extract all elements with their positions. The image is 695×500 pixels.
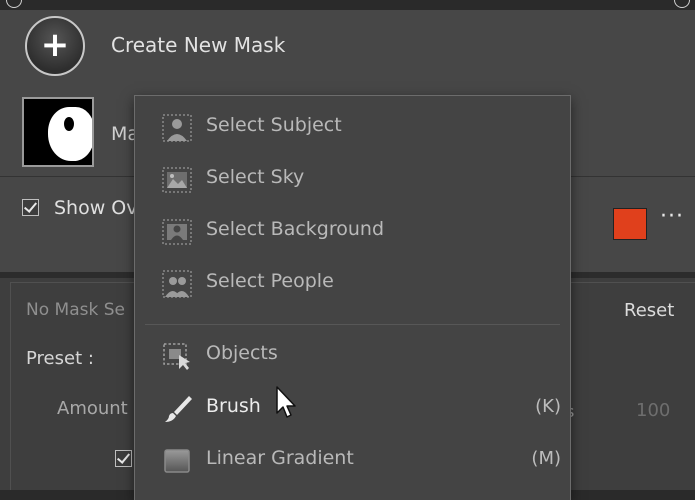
objects-icon [163,343,190,370]
shortcut-label: (K) [535,396,561,417]
no-mask-selected-label: No Mask Se [26,300,125,320]
menu-item-label: Select Background [206,218,385,240]
select-sky-icon [162,167,192,193]
mask-thumbnail[interactable] [22,97,94,167]
adjust-checkbox[interactable] [115,450,132,467]
amount-label: Amount [57,398,128,419]
amount-value[interactable]: 100 [636,400,670,421]
menu-item-select-people[interactable]: Select People [135,259,570,309]
menu-item-label: Select People [206,270,334,292]
menu-item-objects[interactable]: Objects [135,331,570,381]
select-background-icon [162,219,192,245]
brush-icon [165,396,192,422]
create-new-mask-button[interactable]: + [25,16,85,76]
menu-item-select-subject[interactable]: Select Subject [135,103,570,153]
menu-separator [145,324,560,325]
preset-label: Preset : [26,348,94,369]
select-subject-icon [162,114,192,142]
menu-item-label: Objects [206,342,278,364]
top-bar [0,0,695,10]
menu-item-linear-gradient[interactable]: Linear Gradient (M) [135,436,570,486]
menu-item-label: Select Sky [206,166,305,188]
reset-button[interactable]: Reset [624,300,674,321]
menu-item-select-background[interactable]: Select Background [135,207,570,257]
create-mask-menu: Select Subject Select Sky Select Backgro… [134,95,571,500]
more-options-icon[interactable]: ··· [660,204,684,229]
create-new-mask-label[interactable]: Create New Mask [111,33,285,57]
menu-item-label: Brush [206,395,261,417]
menu-item-label: Linear Gradient [206,447,354,469]
menu-item-brush[interactable]: Brush (K) [135,384,570,434]
panel-toggle-icon[interactable] [6,0,22,8]
overlay-color-swatch[interactable] [613,208,647,240]
show-overlay-checkbox[interactable] [22,199,39,216]
menu-item-select-sky[interactable]: Select Sky [135,155,570,205]
menu-item-label: Select Subject [206,114,342,136]
plus-icon: + [40,24,70,65]
mouse-cursor-icon [276,386,296,418]
panel-toggle-icon[interactable] [674,0,690,8]
show-overlay-label[interactable]: Show Ov [54,197,138,219]
select-people-icon [162,270,192,298]
linear-gradient-icon [164,449,190,473]
shortcut-label: (M) [531,448,561,469]
